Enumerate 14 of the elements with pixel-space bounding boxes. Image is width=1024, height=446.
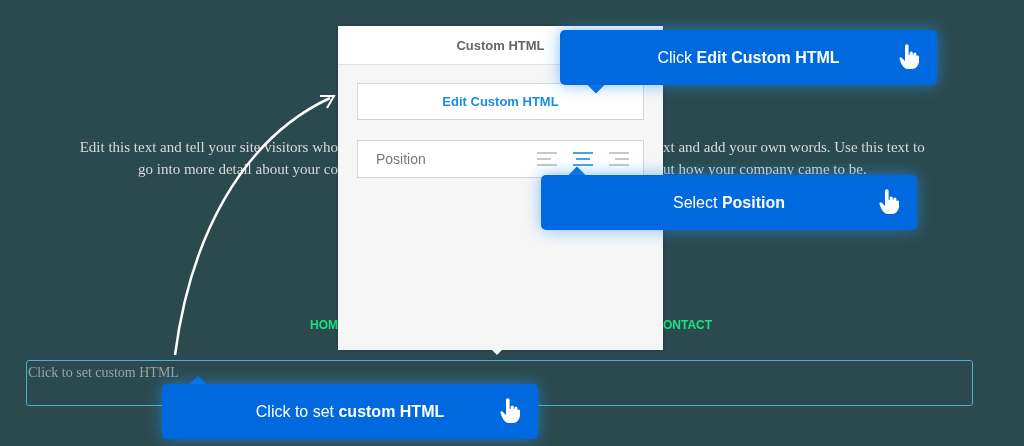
align-icon[interactable]: [609, 152, 629, 166]
align-icon[interactable]: [537, 152, 557, 166]
pointer-hand-icon: [500, 398, 520, 424]
paragraph-text: xt and add your own words. Use this text to: [663, 138, 925, 157]
pointer-hand-icon: [879, 189, 899, 215]
pointer-hand-icon: [899, 44, 919, 70]
paragraph-text: Edit this text and tell your site visitors who: [79, 138, 338, 157]
nav-link[interactable]: ONTACT: [663, 318, 713, 332]
align-icon[interactable]: [573, 152, 593, 166]
tooltip-text: Select Position: [673, 193, 785, 212]
nav-link[interactable]: HOM: [310, 318, 338, 332]
paragraph-text: ut how your company came to be.: [663, 160, 867, 179]
position-label: Position: [376, 151, 427, 167]
edit-html-button[interactable]: Edit Custom HTML: [357, 83, 644, 120]
